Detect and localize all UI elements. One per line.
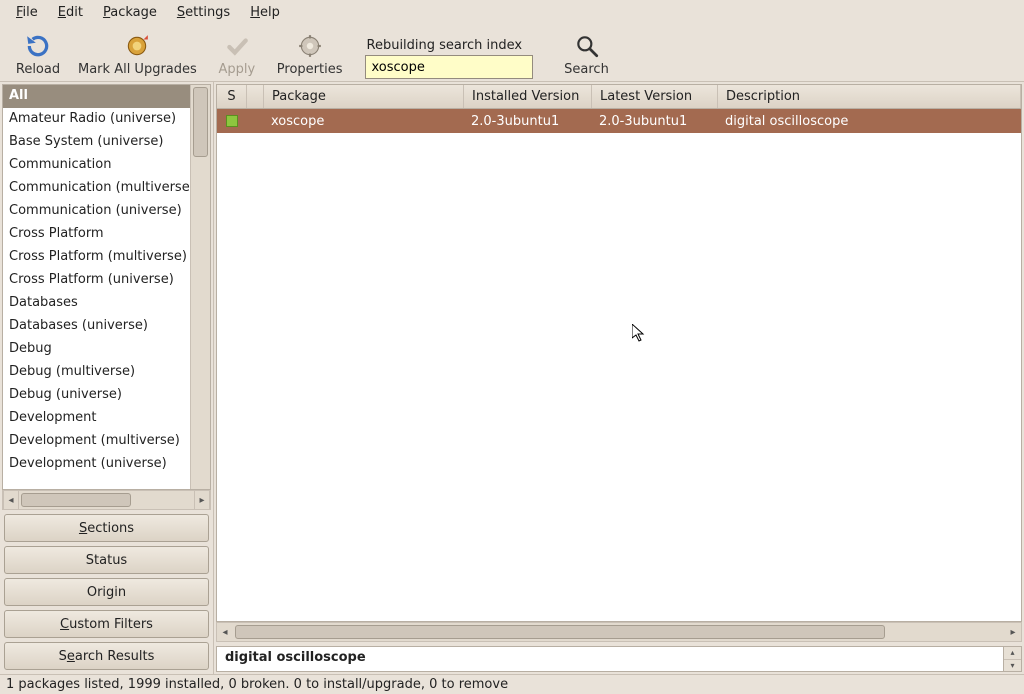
right-pane: S Package Installed Version Latest Versi… (214, 82, 1024, 674)
search-icon (573, 32, 601, 60)
sections-item[interactable]: Debug (3, 338, 190, 361)
sections-item[interactable]: Databases (universe) (3, 315, 190, 338)
properties-icon (296, 32, 324, 60)
left-pane: AllAmateur Radio (universe)Base System (… (0, 82, 214, 674)
mark-all-upgrades-button[interactable]: Mark All Upgrades (72, 30, 203, 79)
package-table-header[interactable]: S Package Installed Version Latest Versi… (217, 85, 1021, 109)
sections-item[interactable]: Development (3, 407, 190, 430)
menu-help[interactable]: Help (240, 3, 290, 22)
sections-item[interactable]: Base System (universe) (3, 131, 190, 154)
statusbar: 1 packages listed, 1999 installed, 0 bro… (0, 674, 1024, 694)
package-table-hscrollbar[interactable]: ◂ ▸ (216, 622, 1022, 642)
reload-label: Reload (16, 62, 60, 77)
sections-hscrollbar[interactable]: ◂ ▸ (2, 490, 211, 510)
col-package[interactable]: Package (264, 85, 464, 108)
properties-label: Properties (277, 62, 343, 77)
apply-label: Apply (218, 62, 255, 77)
sections-item[interactable]: Cross Platform (3, 223, 190, 246)
sections-item[interactable]: Amateur Radio (universe) (3, 108, 190, 131)
description-spin[interactable]: ▴▾ (1004, 646, 1022, 672)
quick-search: Rebuilding search index (365, 38, 533, 79)
sections-item[interactable]: Development (multiverse) (3, 430, 190, 453)
upgrade-icon (123, 32, 151, 60)
cell-description: digital oscilloscope (717, 114, 1021, 129)
apply-icon (223, 32, 251, 60)
table-row[interactable]: xoscope2.0-3ubuntu12.0-3ubuntu1digital o… (217, 109, 1021, 133)
properties-button[interactable]: Properties (271, 30, 349, 79)
filter-buttons: Sections Status Origin Custom Filters Se… (0, 510, 213, 674)
sections-item[interactable]: Debug (universe) (3, 384, 190, 407)
toolbar: Reload Mark All Upgrades Apply Propertie… (0, 24, 1024, 82)
cell-package: xoscope (263, 114, 463, 129)
col-status[interactable]: S (217, 85, 247, 108)
main-area: AllAmateur Radio (universe)Base System (… (0, 82, 1024, 674)
col-installed[interactable]: Installed Version (464, 85, 592, 108)
filter-origin-button[interactable]: Origin (4, 578, 209, 606)
filter-custom-button[interactable]: Custom Filters (4, 610, 209, 638)
status-installed-icon (226, 115, 238, 127)
package-table[interactable]: S Package Installed Version Latest Versi… (216, 84, 1022, 622)
sections-item[interactable]: Debug (multiverse) (3, 361, 190, 384)
reload-button[interactable]: Reload (4, 30, 72, 79)
menu-file[interactable]: File (6, 3, 48, 22)
filter-search-results-button[interactable]: Search Results (4, 642, 209, 670)
apply-button: Apply (203, 30, 271, 79)
cell-installed: 2.0-3ubuntu1 (463, 114, 591, 129)
sections-item[interactable]: Communication (universe) (3, 200, 190, 223)
col-description[interactable]: Description (718, 85, 1021, 108)
menubar: File Edit Package Settings Help (0, 0, 1024, 24)
sections-list[interactable]: AllAmateur Radio (universe)Base System (… (2, 84, 211, 490)
menu-package[interactable]: Package (93, 3, 167, 22)
status-text: 1 packages listed, 1999 installed, 0 bro… (6, 677, 508, 692)
sections-item[interactable]: Development (universe) (3, 453, 190, 476)
sections-item[interactable]: Cross Platform (multiverse) (3, 246, 190, 269)
search-button[interactable]: Search (553, 30, 621, 79)
description-text[interactable]: digital oscilloscope (216, 646, 1004, 672)
sections-item[interactable]: All (3, 85, 190, 108)
search-label: Search (564, 62, 609, 77)
sections-vscrollbar[interactable] (190, 85, 210, 489)
search-caption: Rebuilding search index (365, 38, 533, 53)
cell-latest: 2.0-3ubuntu1 (591, 114, 717, 129)
menu-edit[interactable]: Edit (48, 3, 93, 22)
search-input[interactable] (365, 55, 533, 79)
sections-item[interactable]: Communication (3, 154, 190, 177)
sections-item[interactable]: Cross Platform (universe) (3, 269, 190, 292)
reload-icon (24, 32, 52, 60)
mark-all-upgrades-label: Mark All Upgrades (78, 62, 197, 77)
description-panel: digital oscilloscope ▴▾ (216, 646, 1022, 672)
filter-status-button[interactable]: Status (4, 546, 209, 574)
filter-sections-button[interactable]: Sections (4, 514, 209, 542)
menu-settings[interactable]: Settings (167, 3, 240, 22)
sections-item[interactable]: Databases (3, 292, 190, 315)
col-latest[interactable]: Latest Version (592, 85, 718, 108)
sections-item[interactable]: Communication (multiverse) (3, 177, 190, 200)
